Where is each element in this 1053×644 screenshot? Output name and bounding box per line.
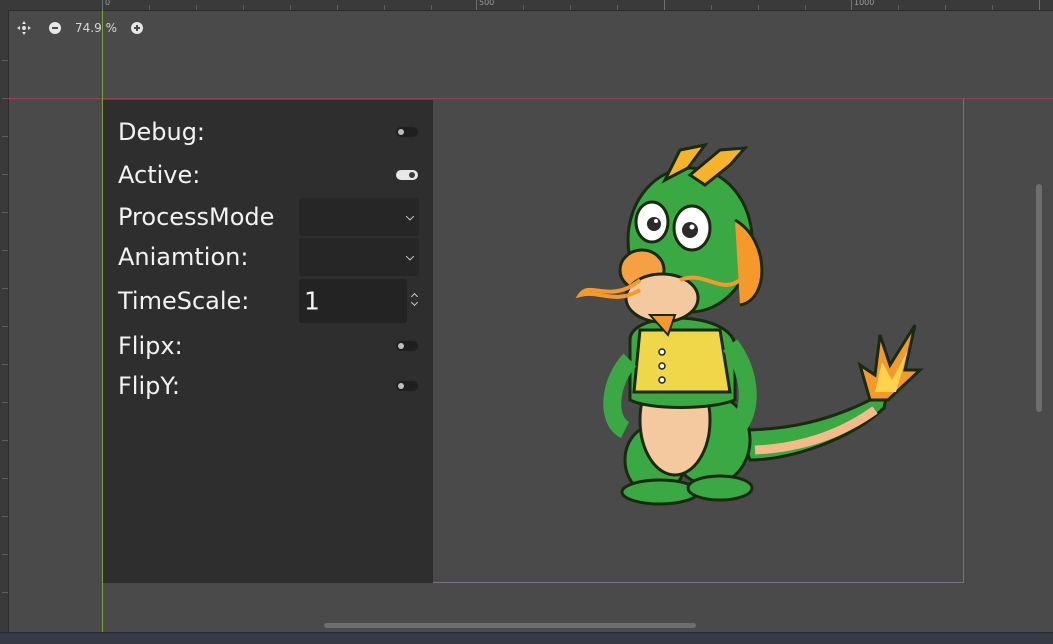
bottom-panel-edge	[0, 632, 1053, 644]
flipx-label: Flipx:	[118, 332, 183, 360]
zoom-level[interactable]: 74.9 %	[65, 21, 127, 35]
zoom-out-icon	[49, 22, 61, 34]
flipx-toggle[interactable]	[396, 341, 418, 351]
active-toggle[interactable]	[396, 170, 418, 180]
vertical-scrollbar[interactable]	[1036, 184, 1042, 412]
zoom-toolbar: 74.9 %	[14, 17, 147, 39]
flipy-label: FlipY:	[118, 372, 180, 400]
processmode-label: ProcessMode	[118, 203, 275, 231]
debug-row: Debug:	[118, 114, 418, 150]
active-label: Active:	[118, 161, 201, 189]
center-view-icon	[17, 21, 31, 35]
settings-panel: Debug: Active: ProcessMode Aniamtion: Ti…	[103, 100, 433, 583]
spinbox-arrows-icon[interactable]	[410, 291, 420, 309]
animation-dropdown[interactable]	[299, 238, 419, 276]
debug-label: Debug:	[118, 118, 206, 146]
animation-label: Aniamtion:	[118, 243, 249, 271]
zoom-in-button[interactable]	[127, 18, 147, 38]
active-row: Active:	[118, 157, 418, 193]
flipy-toggle[interactable]	[396, 381, 418, 391]
flipx-row: Flipx:	[118, 328, 418, 364]
timescale-spinbox[interactable]: 1	[299, 279, 407, 323]
animation-row: Aniamtion:	[118, 238, 419, 276]
ruler-label-0: 0	[105, 0, 111, 7]
horizontal-ruler: 0 500 1000	[0, 0, 1053, 11]
timescale-row: TimeScale: 1	[118, 279, 420, 323]
horizontal-scrollbar[interactable]	[324, 623, 696, 628]
timescale-label: TimeScale:	[118, 287, 250, 315]
debug-toggle[interactable]	[396, 127, 418, 137]
ruler-label-1000: 1000	[854, 0, 875, 7]
vertical-ruler	[0, 10, 9, 632]
flipy-row: FlipY:	[118, 368, 418, 404]
chevron-down-icon	[405, 252, 415, 261]
zoom-in-icon	[131, 22, 143, 34]
zoom-out-button[interactable]	[45, 18, 65, 38]
timescale-value[interactable]: 1	[304, 287, 320, 316]
processmode-row: ProcessMode	[118, 198, 419, 236]
processmode-dropdown[interactable]	[299, 198, 419, 236]
center-view-button[interactable]	[14, 18, 34, 38]
chevron-down-icon	[405, 212, 415, 221]
dragon-sprite[interactable]	[570, 130, 930, 520]
ruler-label-500: 500	[479, 0, 495, 7]
